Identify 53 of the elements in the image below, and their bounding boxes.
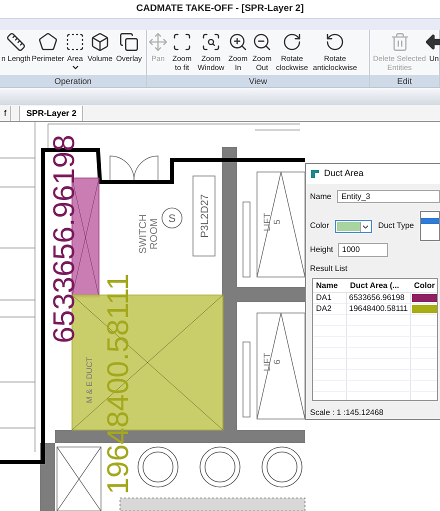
duct-type-list[interactable] bbox=[420, 211, 440, 241]
dashed-square-icon bbox=[65, 32, 85, 52]
field-label: Color bbox=[310, 220, 330, 232]
room-label: LIFT 6 bbox=[262, 352, 282, 372]
fixture-drawing bbox=[200, 446, 240, 488]
column-header[interactable]: Duct Area (... bbox=[347, 280, 411, 292]
field-label: Duct Type bbox=[378, 220, 414, 232]
symbol-letter: S bbox=[168, 213, 176, 225]
cube-icon bbox=[90, 32, 110, 52]
room-tag: P3L2D27 bbox=[199, 194, 211, 238]
column-header[interactable]: Name bbox=[313, 280, 347, 292]
pentagon-icon bbox=[38, 32, 58, 52]
rotate-anticlockwise-icon bbox=[325, 32, 345, 52]
ribbon-group-label: View bbox=[147, 75, 369, 87]
table-cell: 19648400.58111 bbox=[347, 303, 411, 315]
dialog-title: Duct Area bbox=[324, 167, 364, 180]
move-icon bbox=[148, 32, 168, 52]
door-drawing bbox=[110, 156, 158, 182]
scale-text: Scale : 1 :145.12468 bbox=[309, 407, 384, 419]
stacked-pages-icon bbox=[119, 32, 139, 52]
window-title: CADMATE TAKE-OFF - [SPR-Layer 2] bbox=[136, 2, 304, 16]
table-cell: DA2 bbox=[313, 303, 347, 315]
app-logo-icon bbox=[310, 169, 320, 179]
zoom-in-icon bbox=[228, 32, 248, 52]
field-label: Height bbox=[310, 244, 332, 256]
left-arrow-icon bbox=[424, 32, 440, 52]
ribbon-group-label: Operation bbox=[0, 75, 146, 87]
rotate-clockwise-icon bbox=[282, 32, 302, 52]
shaft-drawing bbox=[56, 446, 102, 511]
zoom-out-icon bbox=[252, 32, 272, 52]
trash-icon bbox=[390, 32, 410, 52]
area-value-label: 6533656.96198 bbox=[48, 134, 81, 344]
ruler-icon bbox=[6, 32, 26, 52]
area-value-label: 19648400.58111 bbox=[102, 274, 135, 494]
ribbon-group-label: Edit bbox=[370, 75, 439, 87]
zoom-window-icon bbox=[201, 32, 221, 52]
color-dropdown[interactable] bbox=[335, 220, 372, 232]
table-cell: 6533656.96198 bbox=[347, 292, 411, 304]
expand-icon bbox=[172, 32, 192, 52]
table-cell: DA1 bbox=[313, 292, 347, 304]
room-label: SWITCH ROOM bbox=[138, 214, 160, 254]
room-label: LIFT 5 bbox=[262, 212, 282, 232]
symbol-circle bbox=[162, 208, 182, 228]
caret-icon bbox=[360, 222, 370, 232]
column-header[interactable]: Color bbox=[411, 280, 437, 292]
room-label: M & E DUCT bbox=[85, 356, 94, 404]
fixture-drawing bbox=[138, 446, 178, 488]
document-tab[interactable]: SPR-Layer 2 bbox=[19, 106, 84, 121]
section-label: Result List bbox=[309, 263, 348, 275]
fixture-drawing bbox=[262, 446, 302, 488]
name-input[interactable]: Entity_3 bbox=[337, 190, 440, 203]
field-label: Name bbox=[310, 190, 332, 202]
height-input[interactable]: 1000 bbox=[338, 243, 388, 257]
